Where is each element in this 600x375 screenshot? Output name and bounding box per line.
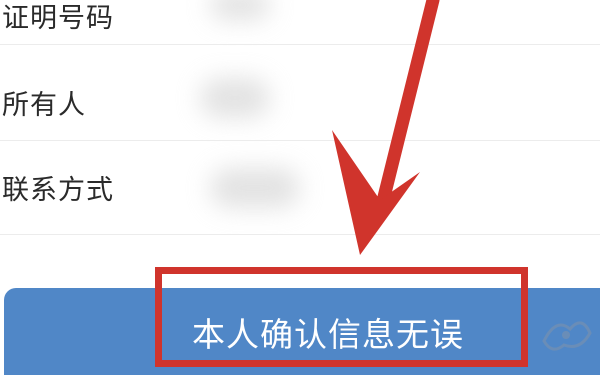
field-value-blurred xyxy=(210,0,270,20)
logo-watermark-icon xyxy=(542,321,592,351)
field-label-certificate-number: 证明号码 xyxy=(2,3,114,34)
field-value-blurred xyxy=(200,78,270,118)
confirm-info-button-label[interactable]: 本人确认信息无误 xyxy=(192,308,464,356)
field-value-blurred xyxy=(210,168,300,208)
row-divider xyxy=(0,234,600,235)
arrow-head xyxy=(332,130,420,255)
row-divider xyxy=(0,44,600,45)
field-label-contact: 联系方式 xyxy=(2,175,114,206)
row-divider xyxy=(0,140,600,141)
arrow-shaft xyxy=(375,0,440,212)
field-label-owner: 所有人 xyxy=(2,90,86,121)
